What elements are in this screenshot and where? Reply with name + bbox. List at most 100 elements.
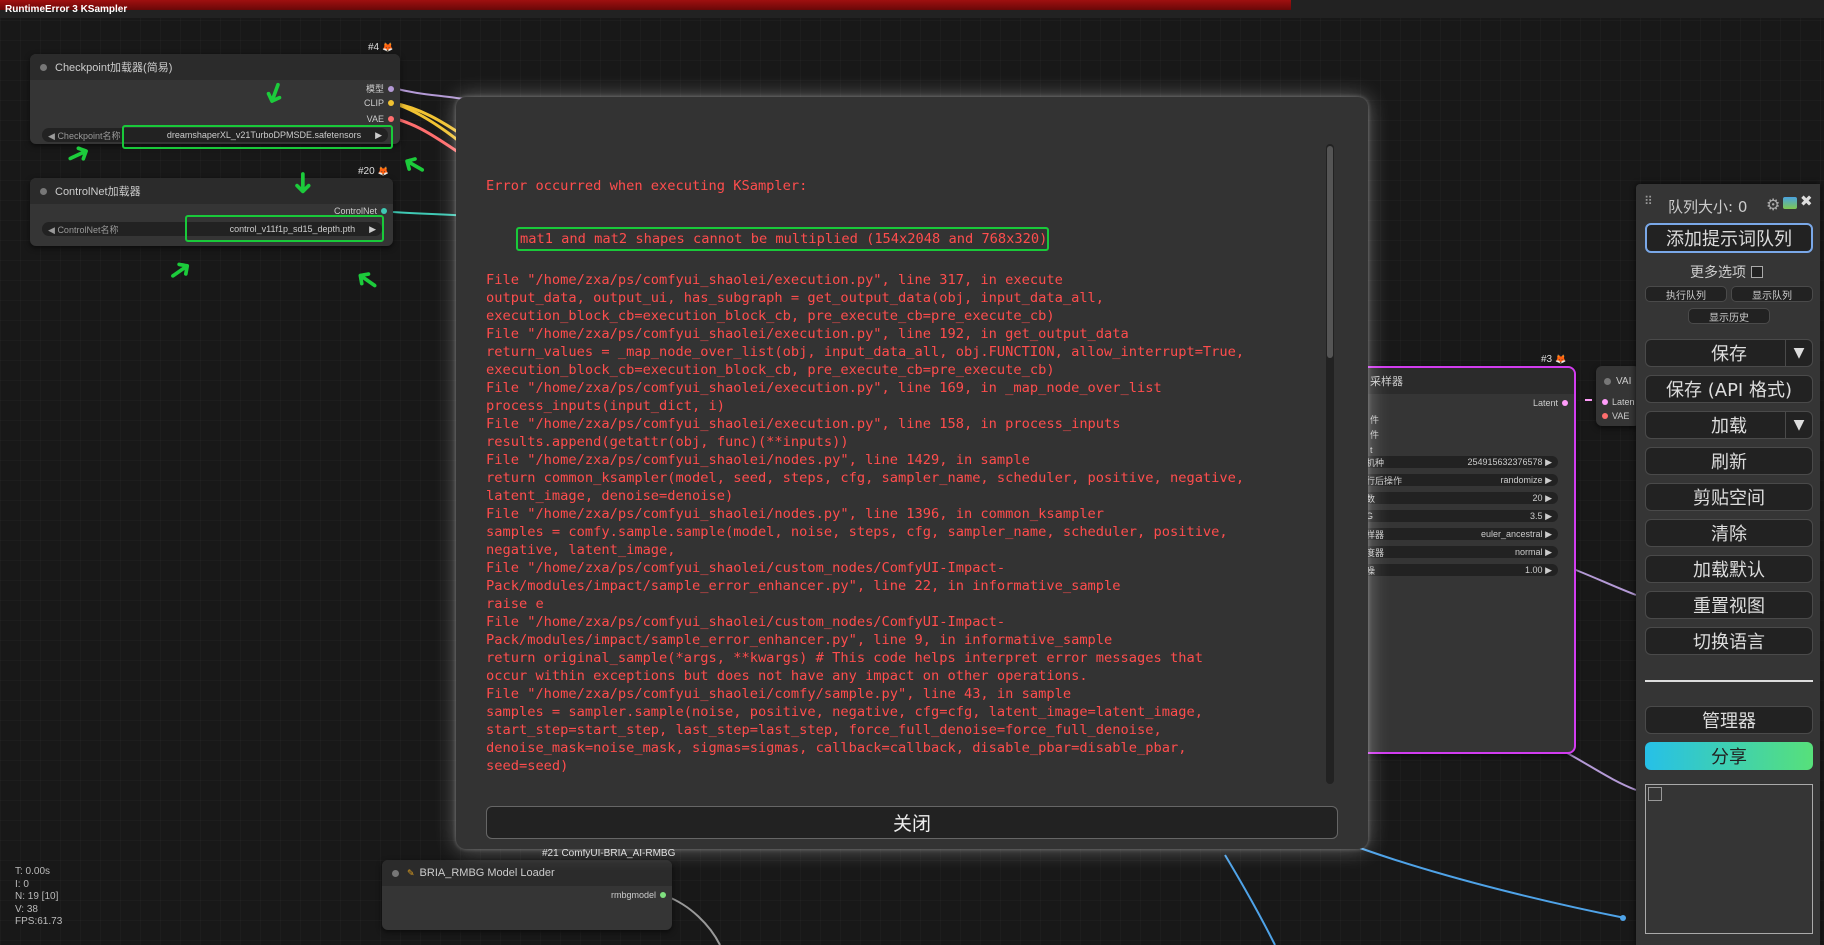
highlight-controlnet-value	[185, 215, 384, 242]
traceback-line: return common_ksampler(model, seed, step…	[486, 470, 1245, 486]
view-queue-button[interactable]: 显示队列	[1731, 286, 1813, 302]
traceback-line: File "/home/zxa/ps/comfyui_shaolei/comfy…	[486, 686, 1072, 702]
collapse-dot-icon[interactable]	[40, 187, 47, 195]
queue-size-label: 队列大小: 0	[1668, 198, 1748, 216]
ksampler-inputs: 件 件 t	[1370, 415, 1380, 455]
vae-decode-node[interactable]: VAI Laten VAE	[1596, 366, 1640, 426]
traceback-line: execution_block_cb=execution_block_cb, p…	[486, 362, 1055, 378]
comfy-menu-panel: ⠿ 队列大小: 0 ⚙ ✖ 添加提示词队列 更多选项 执行队列 显示队列 显示历…	[1636, 184, 1820, 945]
arrow-left-icon[interactable]: ◀	[48, 225, 55, 235]
error-scrollbar[interactable]	[1326, 144, 1334, 784]
canvas-stats: T: 0.00s I: 0 N: 19 [10] V: 38 FPS:61.73	[15, 866, 63, 927]
collapse-dot-icon[interactable]	[40, 63, 47, 71]
widget-seed[interactable]: 机种 254915632376578 ▶	[1362, 456, 1558, 468]
extra-options-checkbox[interactable]	[1751, 266, 1763, 278]
slot-dot-icon[interactable]	[1602, 399, 1608, 405]
widget-scheduler[interactable]: 度器 normal ▶	[1362, 546, 1558, 558]
widget-denoise[interactable]: 噪 1.00 ▶	[1362, 564, 1558, 576]
error-traceback: File "/home/zxa/ps/comfyui_shaolei/execu…	[486, 271, 1316, 777]
slot-dot-icon[interactable]	[1602, 413, 1608, 419]
output-clip[interactable]: CLIP	[364, 98, 394, 108]
traceback-line: output_data, output_ui, has_subgraph = g…	[486, 290, 1105, 306]
arrow-right-icon[interactable]: ▶	[1545, 547, 1552, 557]
slot-dot-icon[interactable]	[660, 892, 666, 898]
widget-control-after[interactable]: 行后操作 randomize ▶	[1362, 474, 1558, 486]
bria-node-header[interactable]: ✎ BRIA_RMBG Model Loader	[382, 860, 672, 886]
traceback-line: negative, latent_image,	[486, 542, 676, 558]
share-button[interactable]: 分享	[1645, 742, 1813, 770]
arrow-right-icon[interactable]: ▶	[1545, 511, 1552, 521]
settings-gear-icon[interactable]: ⚙	[1766, 195, 1780, 215]
arrow-right-icon[interactable]: ▶	[1545, 529, 1552, 539]
error-message: mat1 and mat2 shapes cannot be multiplie…	[515, 227, 1050, 251]
traceback-line: return original_sample(*args, **kwargs) …	[486, 650, 1203, 666]
arrow-left-icon[interactable]: ◀	[48, 131, 55, 141]
output-model[interactable]: 模型	[366, 82, 394, 95]
switch-language-button[interactable]: 切换语言	[1645, 627, 1813, 655]
error-text-area[interactable]: Error occurred when executing KSampler: …	[486, 141, 1316, 777]
widget-sampler[interactable]: 样器 euler_ancestral ▶	[1362, 528, 1558, 540]
clipspace-button[interactable]: 剪贴空间	[1645, 483, 1813, 511]
save-button[interactable]: 保存 ▼	[1645, 339, 1813, 367]
collapse-dot-icon[interactable]	[392, 869, 399, 877]
arrow-right-icon[interactable]: ▶	[1545, 457, 1552, 467]
arrow-right-icon[interactable]: ▶	[1545, 475, 1552, 485]
checkpoint-node-id: #4 🦊	[368, 42, 394, 53]
execute-queue-button[interactable]: 执行队列	[1645, 286, 1727, 302]
chevron-down-icon[interactable]: ▼	[1785, 412, 1812, 438]
clear-button[interactable]: 清除	[1645, 519, 1813, 547]
slot-dot-icon[interactable]	[388, 85, 394, 92]
menu-divider	[1645, 680, 1813, 682]
controlnet-node-id: #20 🦊	[358, 166, 389, 177]
close-icon[interactable]: ✖	[1800, 192, 1813, 210]
reset-view-button[interactable]: 重置视图	[1645, 591, 1813, 619]
link-purple-2	[1557, 747, 1637, 791]
fox-icon: 🦊	[377, 166, 389, 176]
input-vae[interactable]: VAE	[1602, 411, 1629, 421]
traceback-line: File "/home/zxa/ps/comfyui_shaolei/execu…	[486, 326, 1129, 342]
input-latent[interactable]: Laten	[1602, 397, 1635, 407]
collapse-dot-icon[interactable]	[1604, 378, 1611, 385]
manager-button[interactable]: 管理器	[1645, 706, 1813, 734]
bria-rmbg-node[interactable]: ✎ BRIA_RMBG Model Loader rmbgmodel	[382, 860, 672, 930]
traceback-line: results.append(getattr(obj, func)(**inpu…	[486, 434, 849, 450]
slot-dot-icon[interactable]	[1562, 400, 1568, 406]
link-model	[392, 87, 471, 101]
load-button[interactable]: 加载 ▼	[1645, 411, 1813, 439]
chevron-down-icon[interactable]: ▼	[1785, 340, 1812, 366]
checkpoint-node-header[interactable]: Checkpoint加载器(简易)	[30, 54, 400, 80]
extra-options-toggle[interactable]: 更多选项	[1690, 262, 1763, 282]
traceback-line: File "/home/zxa/ps/comfyui_shaolei/nodes…	[486, 506, 1105, 522]
save-api-button[interactable]: 保存 (API 格式)	[1645, 375, 1813, 403]
traceback-line: File "/home/zxa/ps/comfyui_shaolei/execu…	[486, 380, 1162, 396]
drag-handle-icon[interactable]: ⠿	[1644, 194, 1653, 208]
pin-icon: ✎	[407, 867, 415, 878]
controlnet-node-title: ControlNet加载器	[55, 186, 141, 198]
image-gallery-icon[interactable]	[1783, 197, 1797, 209]
arrow-right-icon[interactable]: ▶	[1545, 493, 1552, 503]
output-rmbgmodel[interactable]: rmbgmodel	[611, 890, 666, 900]
controlnet-node-header[interactable]: ControlNet加载器	[30, 178, 393, 204]
traceback-line: File "/home/zxa/ps/comfyui_shaolei/custo…	[486, 560, 1006, 576]
slot-dot-icon[interactable]	[388, 116, 394, 122]
view-history-button[interactable]: 显示历史	[1688, 308, 1770, 324]
output-vae[interactable]: VAE	[367, 114, 394, 124]
widget-cfg[interactable]: G 3.5 ▶	[1362, 510, 1558, 522]
slot-dot-icon[interactable]	[381, 208, 387, 214]
refresh-button[interactable]: 刷新	[1645, 447, 1813, 475]
widget-steps[interactable]: 数 20 ▶	[1362, 492, 1558, 504]
close-button[interactable]: 关闭	[486, 806, 1338, 839]
arrow-right-icon[interactable]: ▶	[1545, 565, 1552, 575]
queue-prompt-button[interactable]: 添加提示词队列	[1645, 223, 1813, 253]
output-latent[interactable]: Latent	[1533, 398, 1568, 408]
traceback-line: samples = comfy.sample.sample(model, noi…	[486, 524, 1228, 540]
slot-dot-icon[interactable]	[388, 100, 394, 106]
traceback-line: seed=seed)	[486, 758, 569, 774]
annotation-arrow-icon: ➜	[286, 170, 320, 196]
traceback-line: raise e	[486, 596, 544, 612]
broken-image-icon	[1648, 787, 1662, 801]
link-gray-bria	[665, 895, 721, 945]
traceback-line: samples = sampler.sample(noise, positive…	[486, 704, 1203, 720]
scrollbar-thumb[interactable]	[1327, 146, 1333, 358]
load-default-button[interactable]: 加载默认	[1645, 555, 1813, 583]
